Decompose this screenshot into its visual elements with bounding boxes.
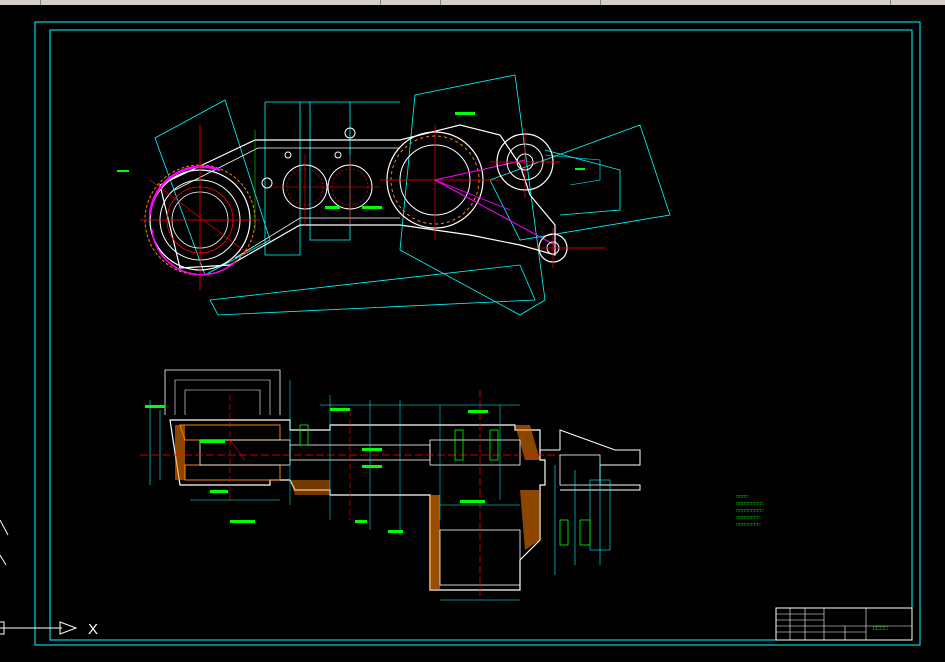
ucs-x-label: X — [88, 621, 98, 638]
section-view-assembly — [140, 369, 641, 601]
note-line: □□□□ — [736, 494, 748, 500]
note-line: □□□□□□□□□ — [736, 501, 763, 507]
inner-frame — [49, 29, 913, 641]
drawing-canvas[interactable]: □□□□ □□□□□□□□□ □□□□□□□□□ □□□□□□□□ □□□□□□… — [0, 5, 945, 662]
title-block: □□□□ — [775, 607, 913, 641]
technical-notes: □□□□ □□□□□□□□□ □□□□□□□□□ □□□□□□□□ □□□□□□… — [736, 494, 763, 528]
title-block-label: □□□□ — [873, 626, 888, 632]
cad-drawing[interactable]: □□□□ □□□□□□□□□ □□□□□□□□□ □□□□□□□□ □□□□□□… — [0, 5, 945, 662]
outer-frame — [34, 21, 921, 646]
note-line: □□□□□□□□□ — [736, 508, 763, 514]
top-view-assembly — [117, 74, 671, 316]
ucs-axis-icon[interactable]: X — [0, 519, 98, 638]
note-line: □□□□□□□□ — [736, 522, 760, 528]
note-line: □□□□□□□□ — [736, 515, 760, 521]
